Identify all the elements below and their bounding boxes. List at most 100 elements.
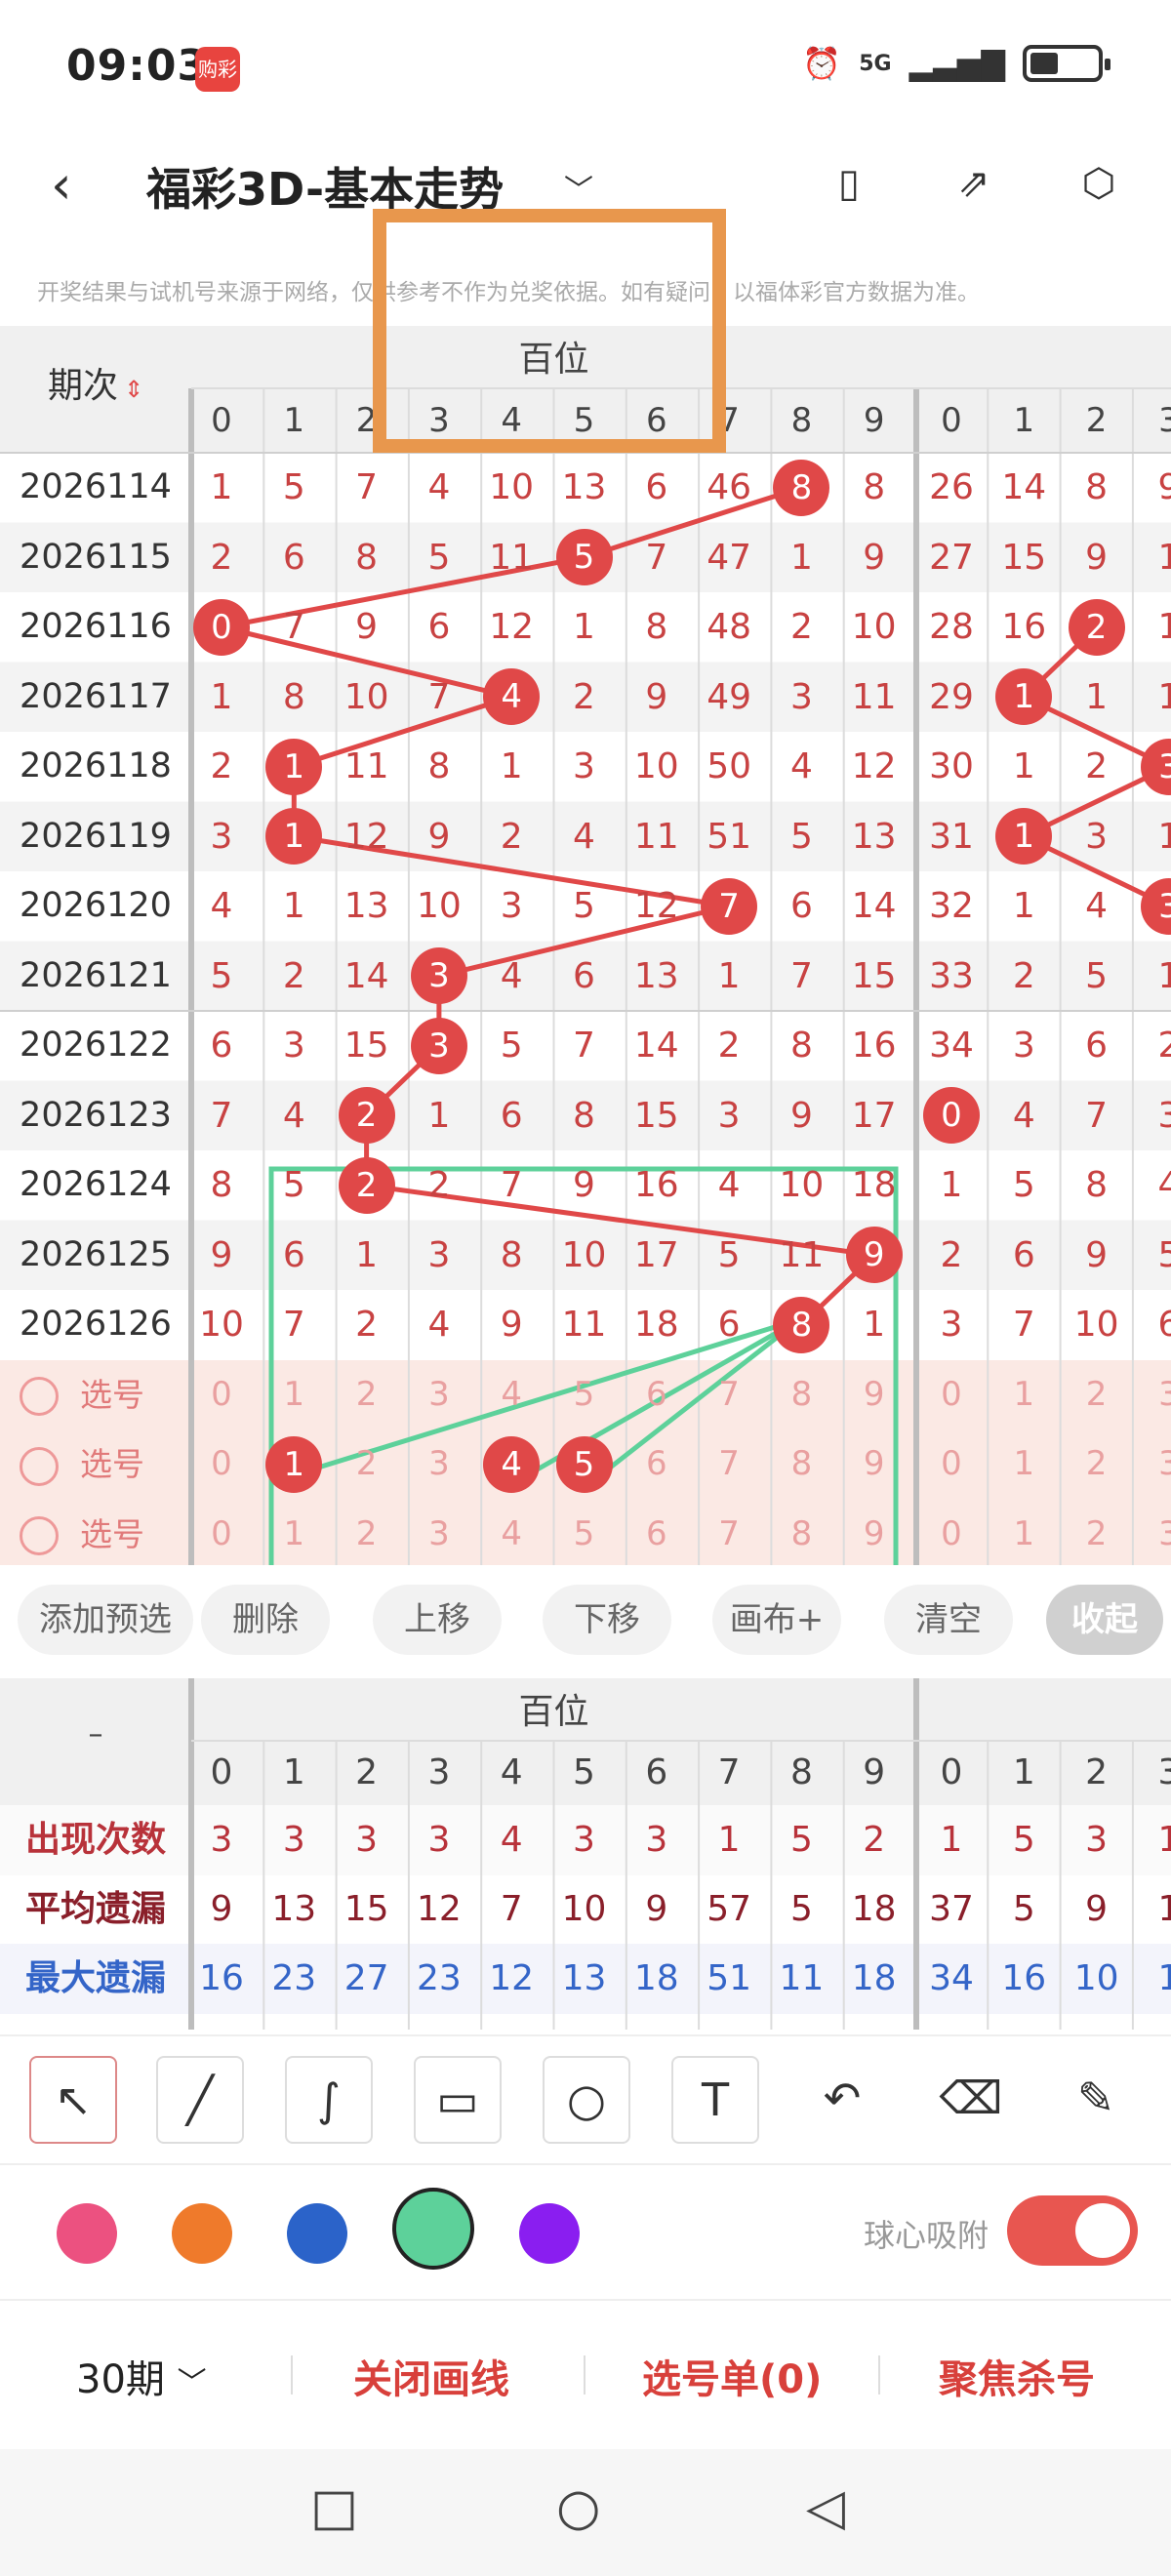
undo-icon[interactable]: ↶: [800, 2056, 884, 2140]
select-digit[interactable]: 1: [988, 1500, 1060, 1566]
select-digit[interactable]: 8: [765, 1500, 837, 1566]
select-digit[interactable]: 4: [475, 1500, 547, 1566]
line-icon[interactable]: ╱: [156, 2056, 244, 2144]
select-digit[interactable]: 9: [838, 1500, 910, 1566]
select-digit[interactable]: 7: [693, 1360, 765, 1430]
hit-ball[interactable]: 2: [1068, 598, 1125, 656]
select-digit[interactable]: 3: [1133, 1429, 1171, 1500]
select-digit[interactable]: 0: [185, 1360, 258, 1430]
select-digit[interactable]: 3: [403, 1500, 475, 1566]
select-arrow-icon[interactable]: ↖: [29, 2056, 117, 2144]
hit-ball[interactable]: 8: [773, 459, 830, 516]
select-digit[interactable]: 1: [988, 1360, 1060, 1430]
hit-ball[interactable]: 3: [410, 947, 467, 1005]
snap-toggle[interactable]: [1007, 2195, 1138, 2266]
select-digit[interactable]: 3: [403, 1360, 475, 1430]
select-digit[interactable]: 0: [915, 1360, 988, 1430]
picked-ball[interactable]: 1: [265, 1435, 323, 1493]
select-row-label[interactable]: 选号: [20, 1500, 144, 1566]
rectangle-icon[interactable]: ▭: [414, 2056, 502, 2144]
select-digit[interactable]: 4: [475, 1360, 547, 1430]
hit-ball[interactable]: 2: [338, 1156, 395, 1214]
hit-ball[interactable]: 0: [193, 598, 250, 656]
select-digit[interactable]: 6: [621, 1429, 693, 1500]
color-swatch-orange[interactable]: [172, 2203, 232, 2264]
hit-ball[interactable]: 7: [701, 877, 758, 935]
select-row-label[interactable]: 选号: [20, 1360, 144, 1430]
color-swatch-green[interactable]: [392, 2188, 474, 2270]
select-digit[interactable]: 2: [331, 1429, 403, 1500]
select-digit[interactable]: 2: [1061, 1360, 1133, 1430]
select-digit[interactable]: 1: [258, 1360, 330, 1430]
action-button[interactable]: 清空: [884, 1585, 1013, 1655]
select-digit[interactable]: 2: [331, 1500, 403, 1566]
recent-apps-icon[interactable]: □: [310, 2478, 358, 2537]
select-digit[interactable]: 8: [765, 1429, 837, 1500]
hit-ball[interactable]: 8: [773, 1296, 830, 1353]
selection-list-button[interactable]: 选号单(0): [642, 2348, 822, 2404]
action-button[interactable]: 收起: [1046, 1585, 1163, 1655]
select-digit[interactable]: 6: [621, 1360, 693, 1430]
chevron-down-icon[interactable]: ﹀: [564, 166, 593, 209]
sort-icon[interactable]: ⇕: [124, 376, 143, 403]
color-swatch-blue[interactable]: [287, 2203, 347, 2264]
curve-icon[interactable]: ∫: [285, 2056, 373, 2144]
hit-ball[interactable]: 1: [265, 738, 323, 795]
radio-icon[interactable]: [20, 1377, 59, 1416]
radio-icon[interactable]: [20, 1516, 59, 1555]
select-digit[interactable]: 9: [838, 1429, 910, 1500]
period-header[interactable]: 期次 ⇕: [0, 355, 191, 418]
select-digit[interactable]: 8: [765, 1360, 837, 1430]
select-digit[interactable]: 5: [548, 1500, 621, 1566]
select-digit[interactable]: 6: [621, 1500, 693, 1566]
select-digit[interactable]: 1: [988, 1429, 1060, 1500]
trend-table[interactable]: 百位 期次 ⇕ 0 1 2 3 4 5 6 7 8 9 0 1 2 3 2026114 1 5 7 4 10 13 6 46 8 8 2…: [0, 326, 1171, 1565]
text-icon[interactable]: T: [671, 2056, 759, 2144]
miss-cell: 10: [561, 1234, 607, 1275]
eraser-icon[interactable]: ⌫: [929, 2056, 1013, 2140]
select-digit[interactable]: 0: [185, 1500, 258, 1566]
page-title[interactable]: 福彩3D-基本走势: [146, 154, 504, 219]
share-icon[interactable]: ⇗: [947, 156, 1001, 211]
focus-kill-button[interactable]: 聚焦杀号: [939, 2348, 1095, 2404]
hit-ball[interactable]: 5: [555, 529, 613, 586]
select-digit[interactable]: 2: [1061, 1429, 1133, 1500]
select-digit[interactable]: 5: [548, 1360, 621, 1430]
action-button[interactable]: 下移: [543, 1585, 671, 1655]
select-digit[interactable]: 3: [403, 1429, 475, 1500]
picked-ball[interactable]: 4: [483, 1435, 541, 1493]
action-button[interactable]: 删除: [201, 1585, 330, 1655]
hit-ball[interactable]: 2: [338, 1087, 395, 1145]
select-digit[interactable]: 3: [1133, 1500, 1171, 1566]
select-digit[interactable]: 9: [838, 1360, 910, 1430]
select-row-label[interactable]: 选号: [20, 1429, 144, 1500]
select-digit[interactable]: 3: [1133, 1360, 1171, 1430]
circle-icon[interactable]: ○: [543, 2056, 630, 2144]
action-button[interactable]: 上移: [373, 1585, 502, 1655]
action-button[interactable]: 画布+: [712, 1585, 841, 1655]
hit-ball[interactable]: 0: [923, 1087, 980, 1145]
select-digit[interactable]: 0: [915, 1500, 988, 1566]
period-selector[interactable]: 30期 ﹀: [76, 2348, 207, 2404]
hit-ball[interactable]: 9: [845, 1227, 903, 1284]
select-digit[interactable]: 2: [331, 1360, 403, 1430]
select-digit[interactable]: 1: [258, 1500, 330, 1566]
color-swatch-purple[interactable]: [519, 2203, 580, 2264]
action-button[interactable]: 添加预选: [18, 1585, 193, 1655]
home-icon[interactable]: ○: [556, 2478, 600, 2537]
select-digit[interactable]: 2: [1061, 1500, 1133, 1566]
close-lines-button[interactable]: 关闭画线: [353, 2348, 509, 2404]
settings-icon[interactable]: ⬡: [1071, 156, 1126, 211]
select-digit[interactable]: 0: [915, 1429, 988, 1500]
select-digit[interactable]: 7: [693, 1500, 765, 1566]
hit-ball[interactable]: 3: [410, 1017, 467, 1074]
phone-orientation-icon[interactable]: ▯: [822, 156, 876, 211]
picked-ball[interactable]: 5: [555, 1435, 613, 1493]
back-arrow-icon[interactable]: ‹: [51, 154, 72, 216]
back-icon[interactable]: ◁: [806, 2478, 845, 2537]
radio-icon[interactable]: [20, 1446, 59, 1486]
select-digit[interactable]: 0: [185, 1429, 258, 1500]
select-digit[interactable]: 7: [693, 1429, 765, 1500]
color-swatch-pink[interactable]: [57, 2203, 117, 2264]
brush-icon[interactable]: ✎: [1054, 2056, 1138, 2140]
